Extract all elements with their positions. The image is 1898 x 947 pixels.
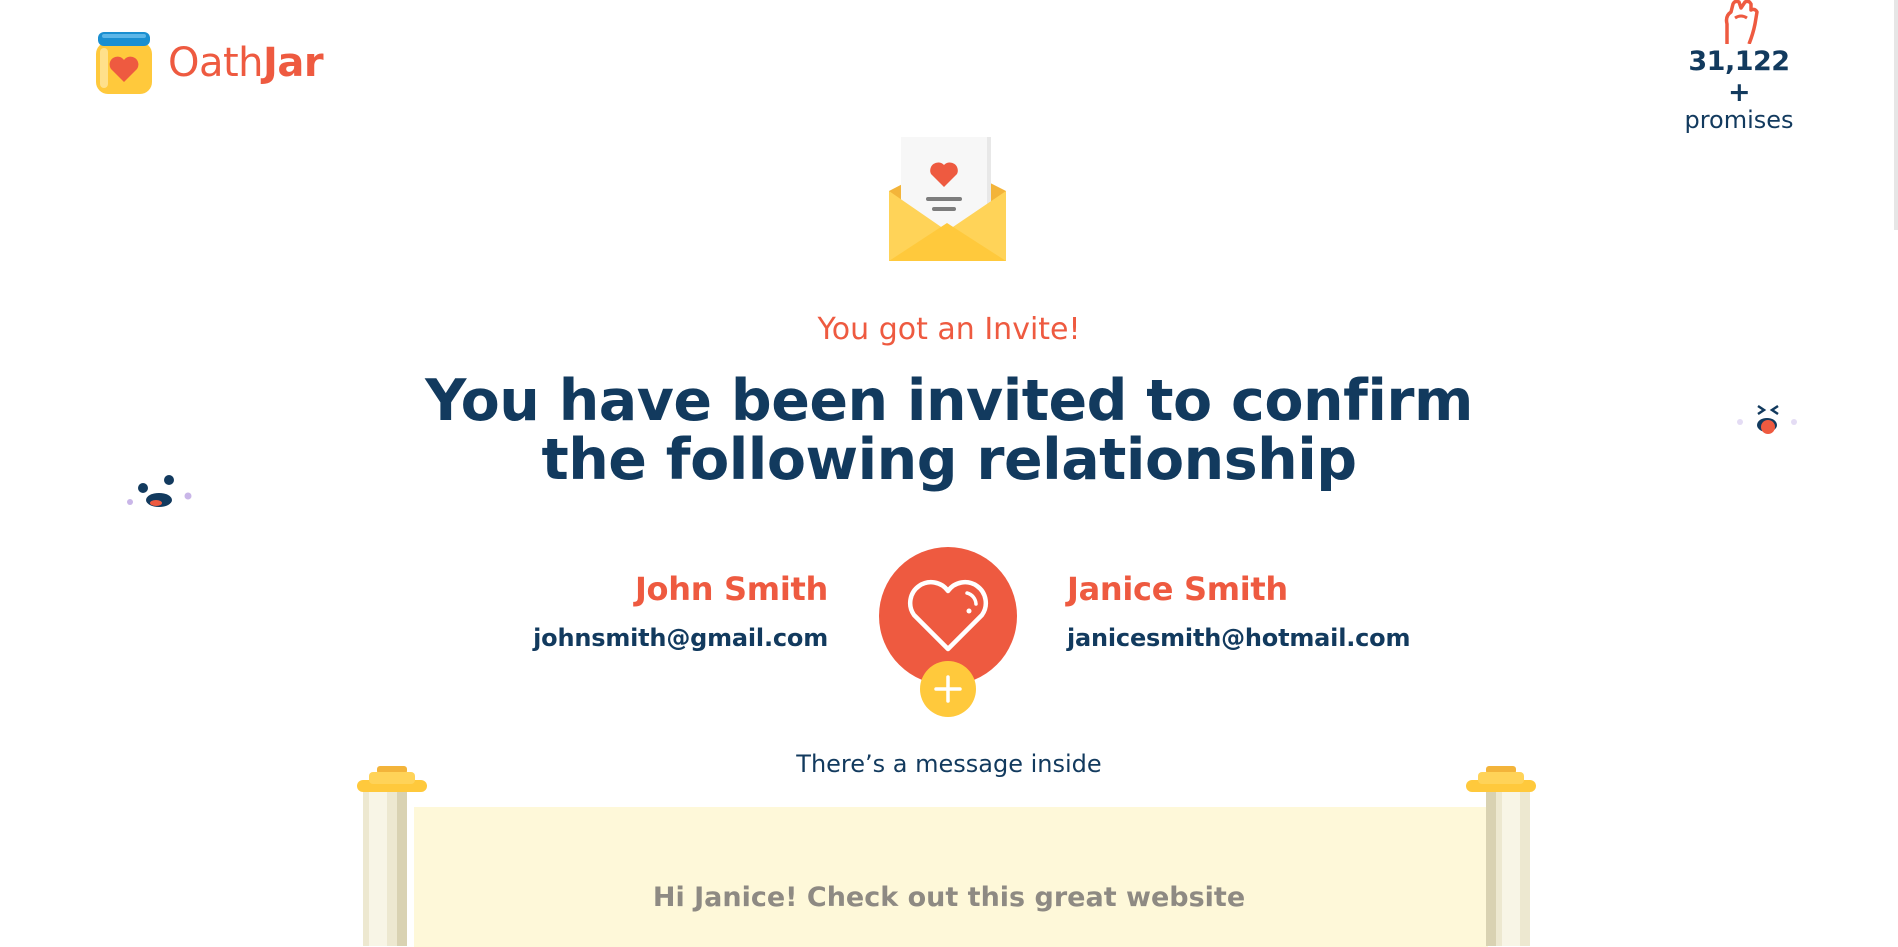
message-preview: Hi Janice! Check out this great website [652,882,1246,913]
invitee-email: janicesmith@hotmail.com [1067,624,1411,652]
envelope-heart-icon [889,137,1006,261]
add-button[interactable] [920,661,976,717]
inviter-name: John Smith [634,570,828,608]
page-title: You have been invited to confirm the fol… [0,372,1898,490]
invitee-name: Janice Smith [1067,570,1288,608]
invitee-card: Janice Smith janicesmith@hotmail.com [1067,570,1497,652]
message-scroll [414,807,1488,947]
scrollbar[interactable] [1894,0,1898,230]
inviter-email: johnsmith@gmail.com [533,624,828,652]
promise-label: promises [1684,106,1794,134]
heart-icon [908,580,988,652]
jar-heart-icon [96,32,152,94]
brand-bold: Jar [263,40,324,86]
title-line-2: the following relationship [541,427,1357,493]
scroll-rod-right-icon [1466,766,1536,946]
message-caption: There’s a message inside [796,750,1102,778]
plus-icon [934,675,962,703]
brand-name: OathJar [168,40,324,86]
scroll-rod-left-icon [357,766,427,946]
invite-kicker: You got an Invite! [817,312,1081,347]
promise-counter: 31,122 + promises [1674,0,1804,134]
brand-light: Oath [168,40,264,86]
inviter-card: John Smith johnsmith@gmail.com [398,570,828,652]
title-line-1: You have been invited to confirm [425,368,1473,434]
raised-fist-icon [1724,0,1759,44]
oathjar-logo[interactable]: OathJar [92,30,324,96]
promise-count: 31,122 + [1688,46,1790,108]
